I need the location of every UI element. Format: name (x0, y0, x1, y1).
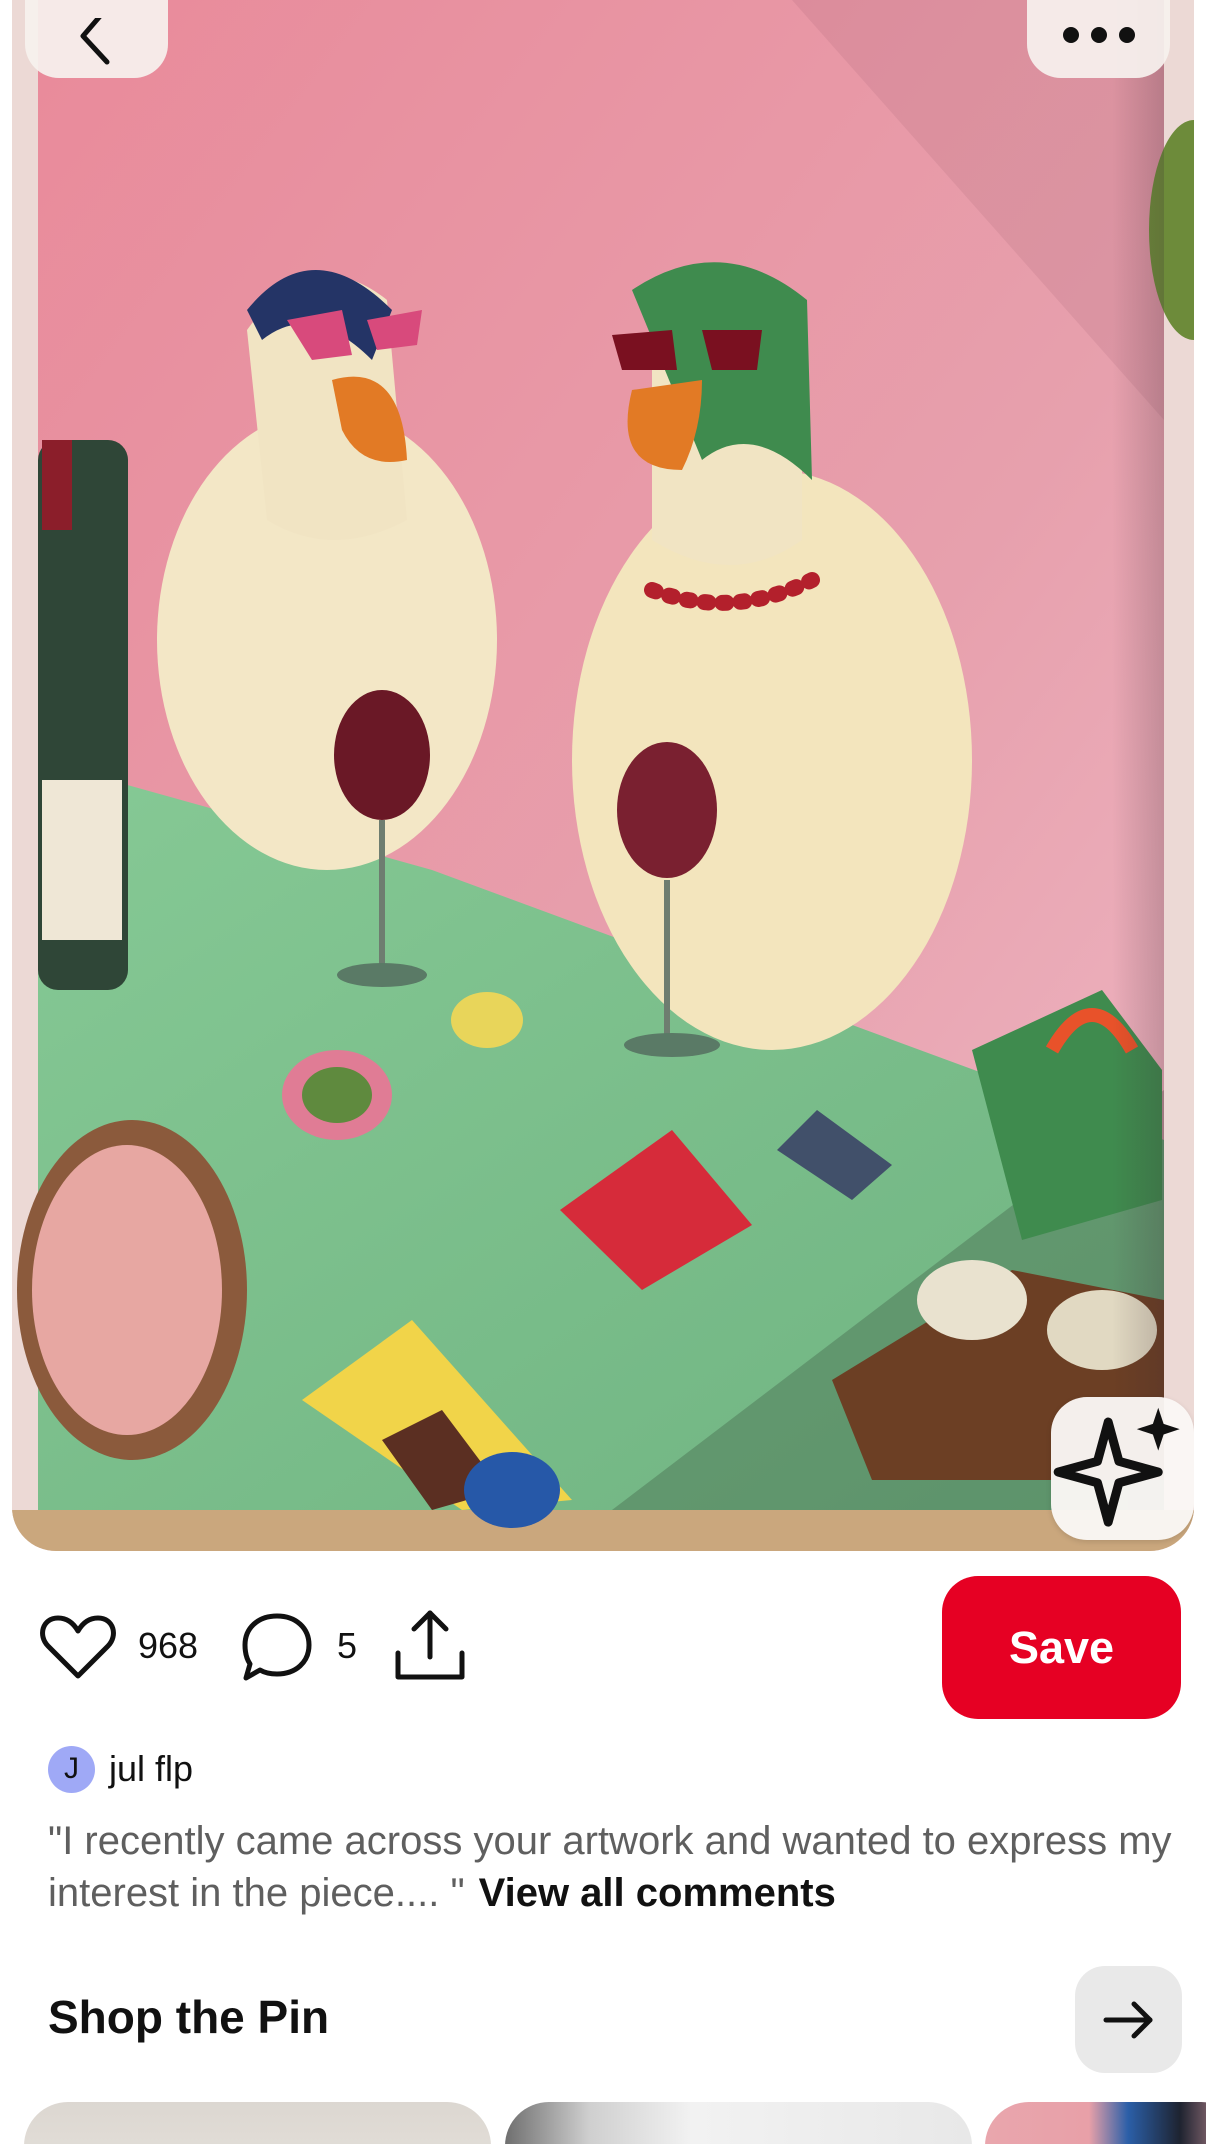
ellipsis-icon (1062, 27, 1135, 43)
comment-button[interactable] (240, 1610, 314, 1684)
arrow-right-icon (1103, 2001, 1152, 2038)
back-button[interactable] (25, 0, 168, 78)
creator-name[interactable]: jul flp (109, 1748, 193, 1790)
visual-search-button[interactable] (1051, 1397, 1194, 1540)
like-count: 968 (138, 1625, 199, 1666)
pin-image[interactable] (12, 0, 1194, 1551)
comment-count: 5 (337, 1625, 358, 1666)
shop-the-pin-title: Shop the Pin (48, 1991, 330, 2043)
product-card[interactable] (24, 2102, 491, 2144)
share-icon (395, 1610, 465, 1680)
sparkle-icon (1053, 1407, 1180, 1527)
action-bar: 968 5 Save (0, 1576, 1206, 1720)
more-options-button[interactable] (1027, 0, 1170, 78)
like-button[interactable] (40, 1612, 116, 1682)
speech-bubble-icon (242, 1613, 312, 1681)
comment-preview: "I recently came across your artwork and… (48, 1815, 1178, 1919)
product-card[interactable] (985, 2102, 1206, 2144)
product-card[interactable] (505, 2102, 972, 2144)
heart-icon (40, 1615, 116, 1679)
painting-illustration (12, 0, 1194, 1551)
shop-arrow-button[interactable] (1075, 1966, 1182, 2073)
avatar[interactable]: J (48, 1745, 95, 1793)
share-button[interactable] (392, 1606, 468, 1684)
view-all-comments-link[interactable]: View all comments (479, 1871, 836, 1915)
chevron-left-icon (80, 18, 109, 65)
save-button[interactable]: Save (942, 1576, 1181, 1719)
creator-row[interactable]: J jul flp (48, 1745, 193, 1793)
